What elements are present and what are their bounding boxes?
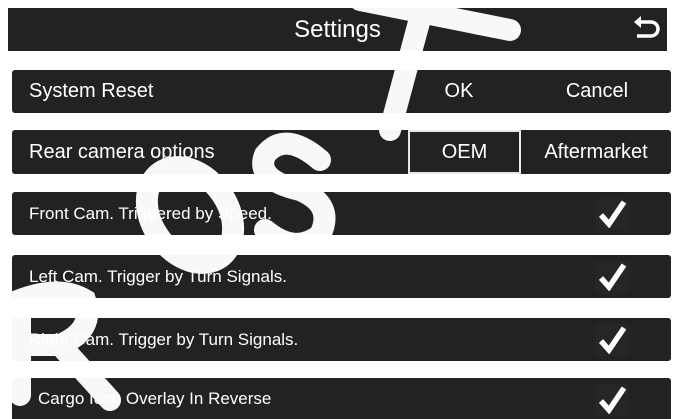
toggle-label: Left Cam. Trigger by Turn Signals. [29,266,287,286]
option-aftermarket[interactable]: Aftermarket [523,130,669,174]
ok-button[interactable]: OK [424,70,494,113]
toggle-label: Cargo Icon Overlay In Reverse [38,388,272,408]
back-button[interactable] [631,15,661,45]
toggle-row-cargo-icon: Cargo Icon Overlay In Reverse [12,378,671,419]
cargo-icon-checkbox[interactable] [595,384,629,416]
system-reset-label: System Reset [29,80,154,102]
toggle-row-left-cam: Left Cam. Trigger by Turn Signals. [12,255,671,298]
rear-camera-label: Rear camera options [29,140,215,163]
checkmark-icon [598,386,627,414]
toggle-row-right-cam: Right Cam. Trigger by Turn Signals. [12,318,671,361]
toggle-label: Front Cam. Triggered by Speed. [29,203,272,223]
left-cam-checkbox[interactable] [595,261,629,293]
option-oem[interactable]: OEM [408,130,521,174]
checkmark-icon [598,200,627,228]
page-title: Settings [294,16,381,43]
checkmark-icon [598,326,627,354]
front-cam-checkbox[interactable] [595,198,629,230]
cancel-button[interactable]: Cancel [542,70,652,113]
checkmark-icon [598,263,627,291]
toggle-row-front-cam: Front Cam. Triggered by Speed. [12,192,671,235]
settings-header: Settings [8,8,667,51]
rear-camera-row: Rear camera options OEM Aftermarket [12,130,671,174]
toggle-label: Right Cam. Trigger by Turn Signals. [29,329,299,349]
system-reset-row: System Reset OK Cancel [12,70,671,113]
return-arrow-icon [634,16,660,38]
right-cam-checkbox[interactable] [595,324,629,356]
